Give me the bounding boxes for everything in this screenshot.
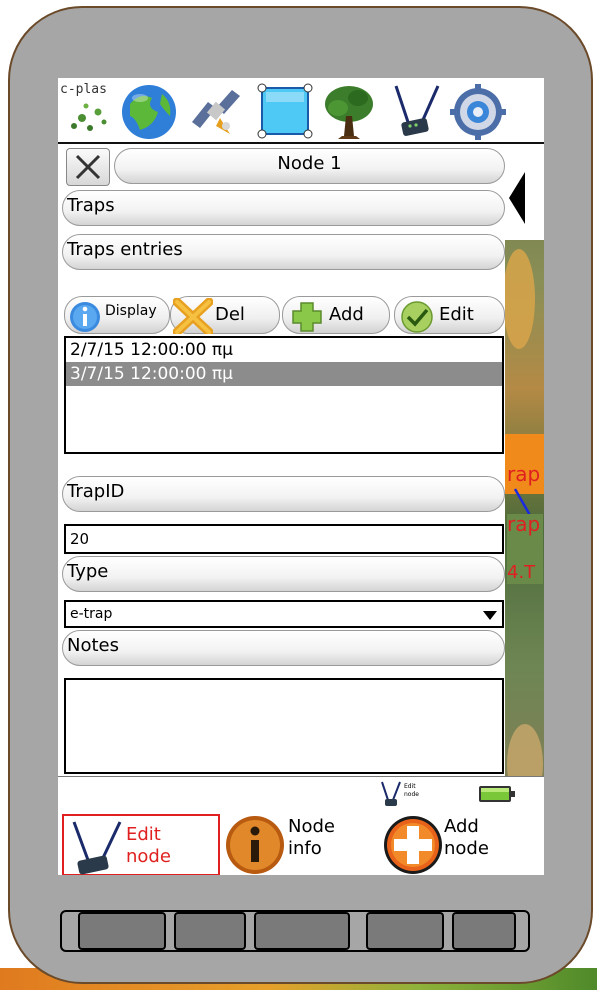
tree-icon[interactable]: [320, 82, 378, 140]
traps-entries-header[interactable]: Traps entries: [62, 234, 505, 270]
map-label-2: rap: [507, 512, 541, 536]
nav-add-node-label: Add node: [444, 816, 489, 860]
trap-entries-list[interactable]: 2/7/15 12:00:00 πμ 3/7/15 12:00:00 πμ: [64, 336, 504, 454]
type-header: Type: [62, 556, 505, 592]
status-bar: Edit node: [58, 776, 544, 812]
top-toolbar: c-plas: [58, 78, 544, 144]
nav-edit-node-label: Edit node: [126, 824, 171, 868]
del-label: Del: [215, 304, 245, 325]
node-title: Node 1: [277, 153, 342, 174]
leaf-dots-icon: [71, 103, 107, 131]
satellite-icon[interactable]: [186, 82, 244, 140]
device-screen: c-plas rap rap 4.T Node 1 Traps Traps en…: [58, 78, 544, 875]
info-icon: [70, 302, 100, 332]
traps-label: Traps: [67, 195, 115, 216]
settings-gear-icon[interactable]: [448, 82, 508, 140]
add-node-icon: [384, 816, 442, 874]
plus-icon: [292, 302, 322, 332]
map-view[interactable]: rap rap 4.T: [505, 144, 544, 842]
notes-textarea[interactable]: [64, 678, 504, 774]
antenna-node-icon: [72, 821, 122, 875]
node-info-icon: [226, 816, 284, 874]
list-item[interactable]: 2/7/15 12:00:00 πμ: [66, 338, 502, 362]
nav-node-info-line2: info: [288, 838, 322, 859]
antenna-node-icon[interactable]: [384, 82, 444, 140]
delete-x-icon: [173, 298, 213, 334]
display-button[interactable]: Display: [64, 296, 170, 334]
map-label-3: 4.T: [507, 562, 536, 583]
delete-button[interactable]: Del: [170, 296, 280, 334]
type-label: Type: [67, 561, 109, 582]
nav-add-node-line2: node: [444, 838, 489, 859]
node-title-bar: Node 1: [114, 148, 505, 184]
map-features-icon: [505, 249, 544, 804]
status-mode-line2: node: [404, 791, 419, 798]
notes-header: Notes: [62, 630, 505, 666]
nav-edit-node-line2: node: [126, 846, 171, 867]
hardware-button-5[interactable]: [452, 912, 516, 950]
entries-action-bar: Display Del Add Edit: [64, 296, 505, 336]
notes-label: Notes: [67, 635, 119, 656]
bottom-navigation: Edit node Node info Add node: [58, 810, 544, 875]
traps-header[interactable]: Traps: [62, 190, 505, 226]
edit-label: Edit: [439, 304, 474, 325]
globe-icon[interactable]: [118, 82, 180, 140]
trapid-label: TrapID: [67, 481, 125, 502]
hardware-button-1[interactable]: [78, 912, 166, 950]
hardware-button-3[interactable]: [254, 912, 350, 950]
status-mode: Edit node: [404, 783, 419, 799]
close-button[interactable]: [66, 148, 110, 186]
nav-node-info-line1: Node: [288, 816, 335, 837]
nav-node-info-label: Node info: [288, 816, 335, 860]
display-label: Display: [105, 303, 157, 319]
nav-node-info[interactable]: Node info: [224, 814, 374, 875]
status-mode-line1: Edit: [404, 783, 416, 790]
map-label-1: rap: [507, 462, 541, 486]
type-select-value: e-trap: [70, 606, 113, 622]
hardware-button-2[interactable]: [174, 912, 246, 950]
selection-square-icon[interactable]: [254, 82, 314, 140]
battery-icon: [479, 786, 515, 802]
list-item-selected[interactable]: 3/7/15 12:00:00 πμ: [66, 362, 502, 386]
type-select[interactable]: e-trap: [64, 600, 504, 628]
chevron-down-icon: [483, 611, 497, 620]
add-label: Add: [329, 304, 364, 325]
trapid-input[interactable]: 20: [64, 524, 504, 554]
edit-button[interactable]: Edit: [394, 296, 505, 334]
traps-entries-label: Traps entries: [67, 239, 183, 260]
c-plas-logo: c-plas: [60, 82, 116, 140]
close-icon: [75, 154, 101, 180]
checkmark-icon: [401, 301, 433, 333]
add-button[interactable]: Add: [282, 296, 390, 334]
trapid-header: TrapID: [62, 476, 505, 512]
nav-add-node-line1: Add: [444, 816, 479, 837]
nav-add-node[interactable]: Add node: [382, 814, 542, 875]
status-antenna-icon: [381, 781, 401, 806]
nav-edit-node[interactable]: Edit node: [62, 814, 220, 875]
node-panel: Node 1 Traps Traps entries Display Del A…: [62, 144, 505, 842]
nav-edit-node-line1: Edit: [126, 824, 161, 845]
hardware-button-4[interactable]: [366, 912, 444, 950]
